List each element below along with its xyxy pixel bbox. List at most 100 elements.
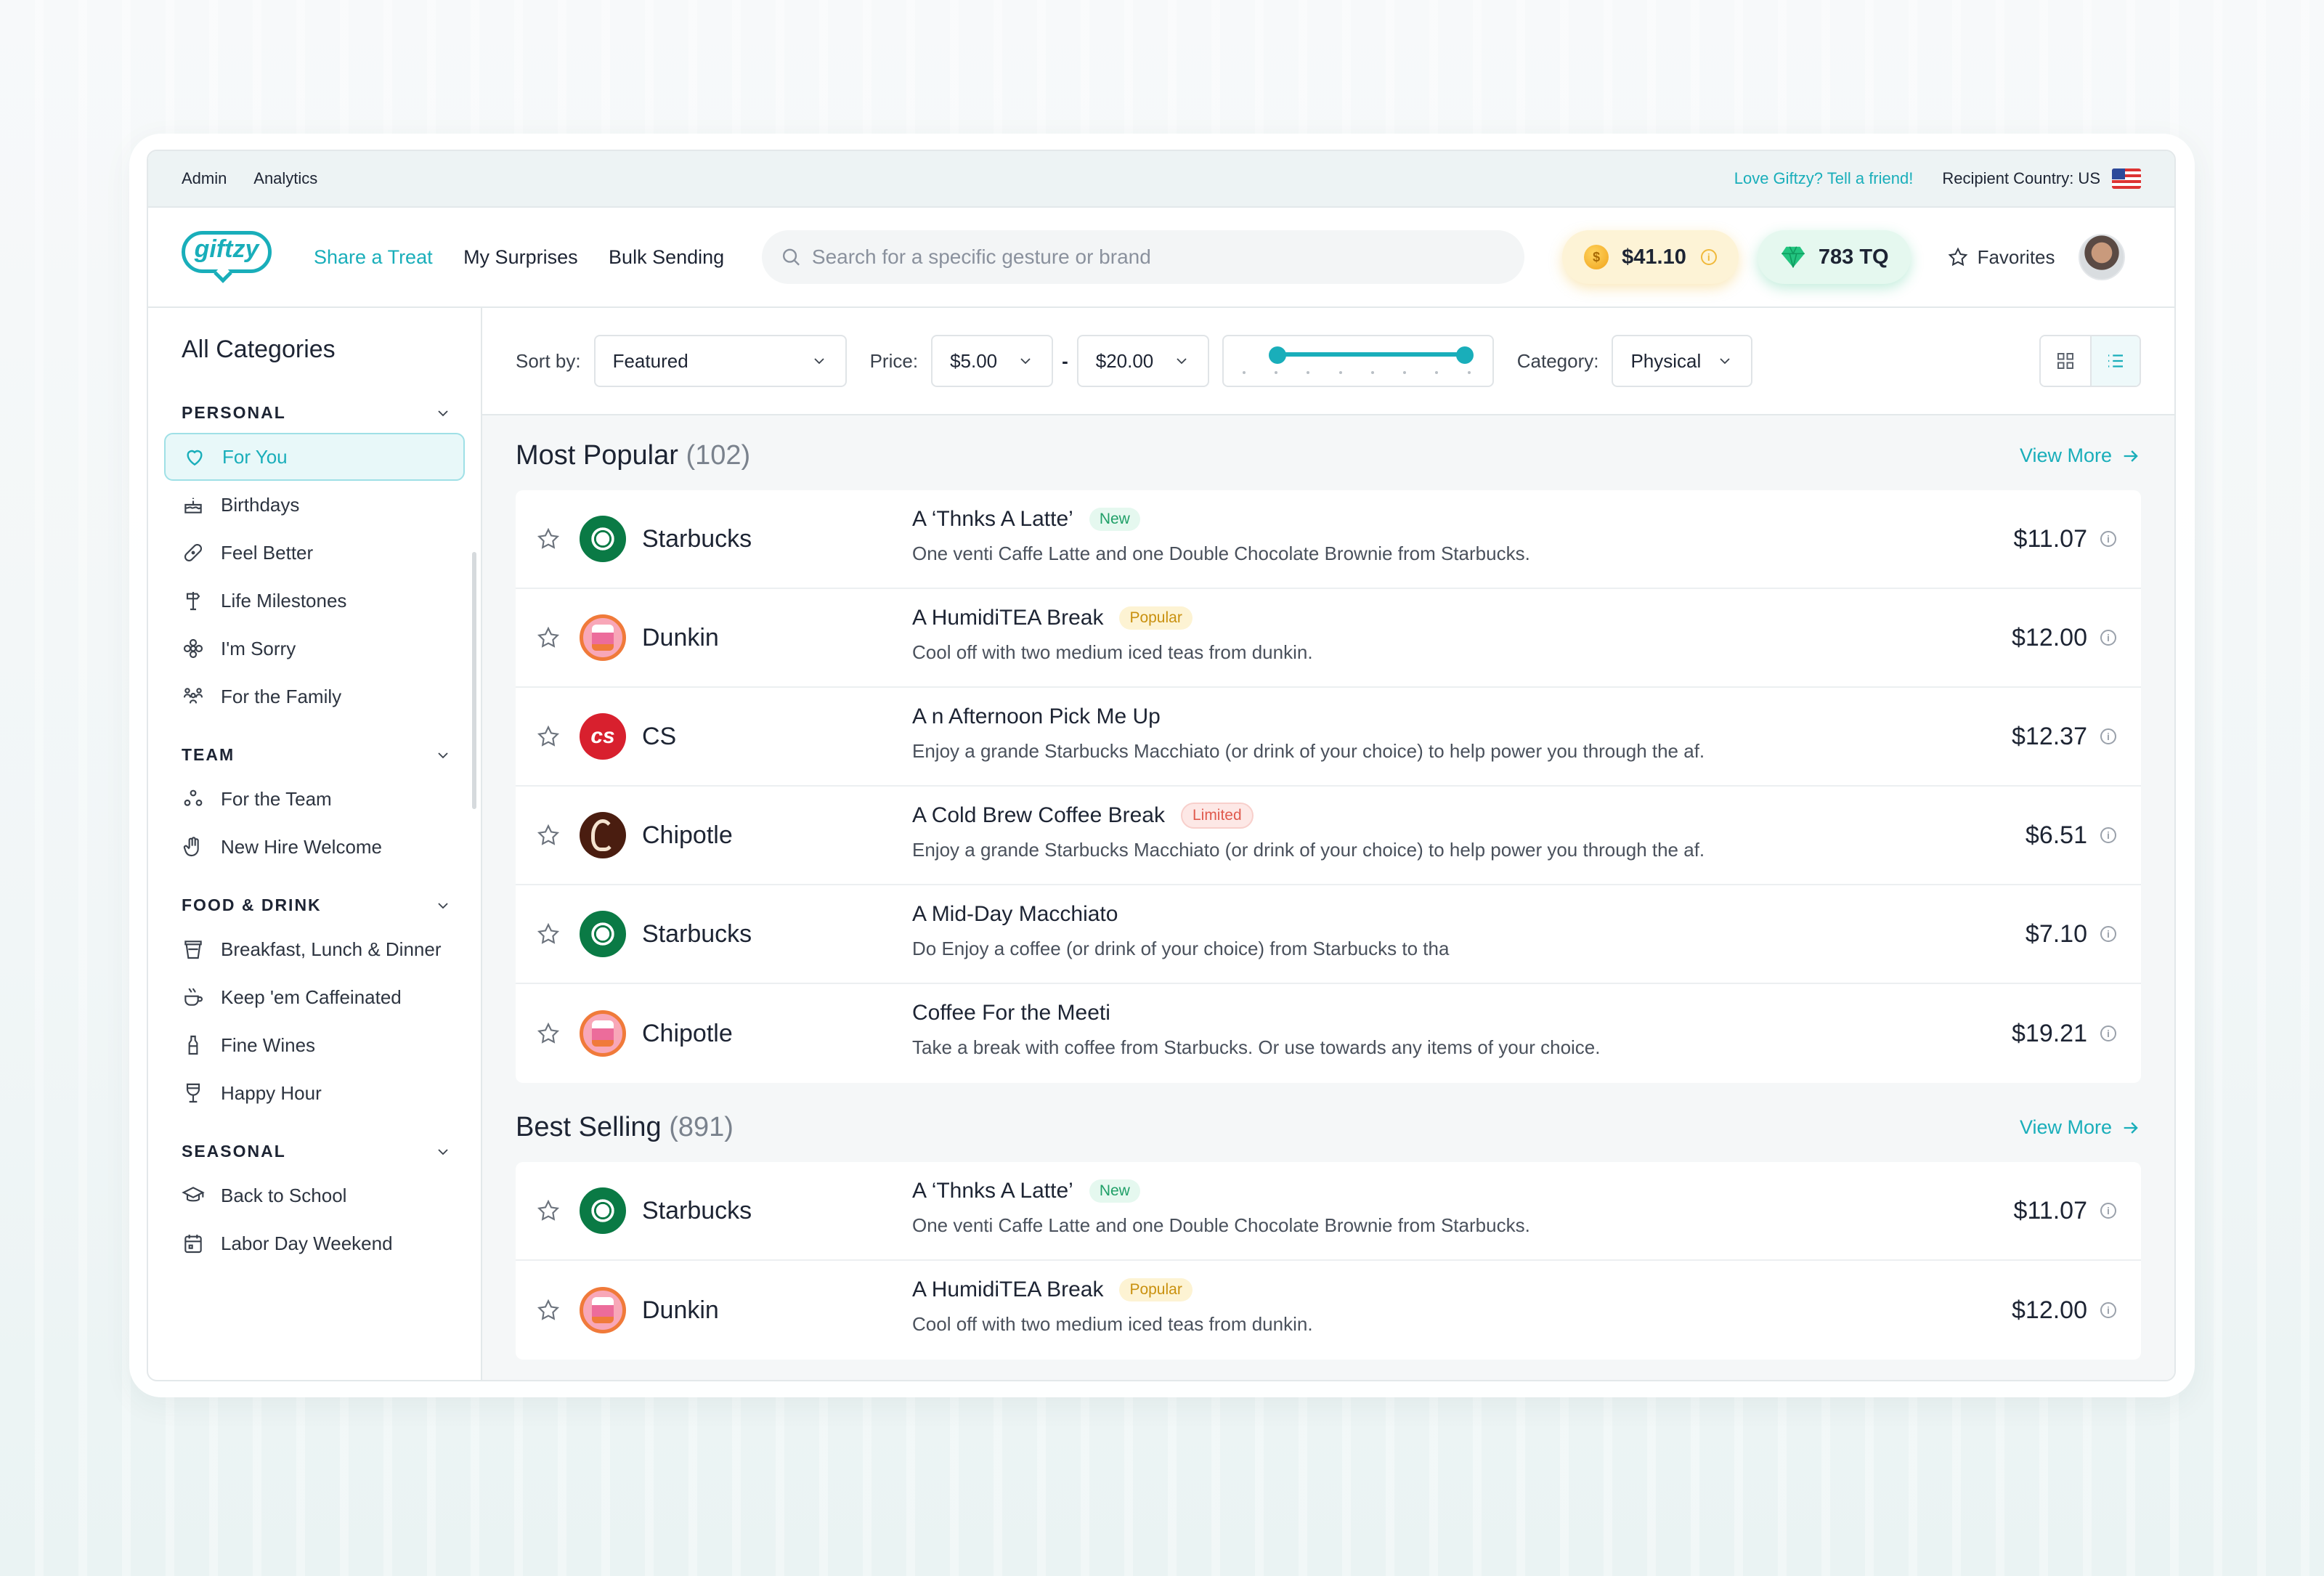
sidebar-item-happy-hour[interactable]: Happy Hour xyxy=(164,1069,465,1117)
cup-icon xyxy=(184,941,202,959)
tq-pill[interactable]: 783 TQ xyxy=(1757,230,1911,284)
star-icon[interactable] xyxy=(536,1021,561,1046)
list-item[interactable]: cs CS A n Afternoon Pick Me Up Enjoy a gr… xyxy=(516,688,2141,787)
slider-ticks xyxy=(1242,371,1471,374)
header: giftzy Share a Treat My Surprises Bulk S… xyxy=(148,208,2174,308)
gift-details: A ‘Thnks A Latte’ New One venti Caffe Lat… xyxy=(912,1177,1530,1237)
dunkin-logo xyxy=(580,1287,626,1333)
sort-select[interactable]: Featured xyxy=(593,335,847,387)
slider-min-handle[interactable] xyxy=(1268,346,1286,364)
sidebar-item-label: For You xyxy=(222,445,288,468)
gift-title: A HumidiTEA Break xyxy=(912,1278,1104,1301)
giftzy-logo[interactable]: giftzy xyxy=(182,231,273,283)
sidebar-item-for-the-family[interactable]: For the Family xyxy=(164,673,465,720)
info-icon[interactable]: i xyxy=(2100,1025,2116,1041)
brand: Starbucks xyxy=(580,911,752,957)
sidebar-item-labor-day-weekend[interactable]: Labor Day Weekend xyxy=(164,1219,465,1267)
info-icon[interactable]: i xyxy=(2100,926,2116,942)
list-item[interactable]: Starbucks A ‘Thnks A Latte’ New One venti… xyxy=(516,490,2141,589)
list-item[interactable]: Dunkin A HumidiTEA Break Popular Cool off… xyxy=(516,1261,2141,1360)
refer-friend-link[interactable]: Love Giftzy? Tell a friend! xyxy=(1734,169,1914,188)
info-icon[interactable]: i xyxy=(2100,531,2116,547)
best-selling-list: Starbucks A ‘Thnks A Latte’ New One venti… xyxy=(516,1162,2141,1360)
view-more-link[interactable]: View More xyxy=(2020,444,2141,467)
analytics-link[interactable]: Analytics xyxy=(253,169,317,187)
price-min-select[interactable]: $5.00 xyxy=(931,335,1054,387)
nav-my-surprises[interactable]: My Surprises xyxy=(463,246,578,268)
price-max-select[interactable]: $20.00 xyxy=(1076,335,1209,387)
gift-description: One venti Caffe Latte and one Double Cho… xyxy=(912,543,1530,564)
price-value: $19.21 xyxy=(2012,1019,2087,1047)
section-heading: SEASONAL xyxy=(182,1142,286,1161)
section-personal[interactable]: PERSONAL xyxy=(182,403,452,423)
sidebar-item-keep-em-caffeinated[interactable]: Keep 'em Caffeinated xyxy=(164,973,465,1021)
sidebar-item-life-milestones[interactable]: Life Milestones xyxy=(164,577,465,625)
coffee-icon xyxy=(184,988,203,1006)
sidebar-item-new-hire-welcome[interactable]: New Hire Welcome xyxy=(164,823,465,871)
list-item[interactable]: Starbucks A Mid-Day Macchiato Do Enjoy a… xyxy=(516,885,2141,984)
balance-pill[interactable]: $ $41.10 i xyxy=(1562,230,1739,284)
graduation-cap-icon xyxy=(182,1187,205,1202)
section-food-drink[interactable]: FOOD & DRINK xyxy=(182,895,452,915)
gift-description: Take a break with coffee from Starbucks.… xyxy=(912,1036,1601,1058)
sidebar-item-label: Back to School xyxy=(221,1184,347,1206)
price-value: $12.37 xyxy=(2012,722,2087,750)
star-icon[interactable] xyxy=(536,922,561,946)
info-icon[interactable]: i xyxy=(2100,728,2116,744)
sidebar-item-for-you[interactable]: For You xyxy=(164,433,465,481)
info-icon[interactable]: i xyxy=(2100,827,2116,843)
gift-description: Enjoy a grande Starbucks Macchiato (or d… xyxy=(912,740,1705,762)
sidebar-item-im-sorry[interactable]: I'm Sorry xyxy=(164,625,465,673)
avatar[interactable] xyxy=(2078,234,2125,280)
view-more-link[interactable]: View More xyxy=(2020,1116,2141,1139)
recipient-country[interactable]: Recipient Country: US xyxy=(1942,168,2141,189)
list-item[interactable]: Chipotle A Cold Brew Coffee Break Limited… xyxy=(516,787,2141,885)
list-item[interactable]: Chipotle Coffee For the Meeti Take a bre… xyxy=(516,984,2141,1083)
list-icon xyxy=(2108,354,2123,367)
list-view-button[interactable] xyxy=(2090,336,2140,386)
info-icon[interactable]: i xyxy=(2100,1302,2116,1318)
team-icon xyxy=(184,789,203,806)
sidebar-item-breakfast-lunch-dinner[interactable]: Breakfast, Lunch & Dinner xyxy=(164,925,465,973)
slider-max-handle[interactable] xyxy=(1455,346,1474,364)
section-team[interactable]: TEAM xyxy=(182,745,452,765)
star-icon[interactable] xyxy=(536,527,561,551)
star-icon[interactable] xyxy=(536,1198,561,1223)
info-icon[interactable]: i xyxy=(1700,249,1717,265)
price: $6.51 i xyxy=(2026,821,2116,850)
star-icon[interactable] xyxy=(536,724,561,749)
price-value: $6.51 xyxy=(2025,821,2087,849)
info-icon[interactable]: i xyxy=(2100,630,2116,646)
cake-icon xyxy=(184,497,202,513)
list-item[interactable]: Starbucks A ‘Thnks A Latte’ New One venti… xyxy=(516,1162,2141,1261)
nav-share-a-treat[interactable]: Share a Treat xyxy=(314,246,433,268)
sidebar-item-feel-better[interactable]: Feel Better xyxy=(164,529,465,577)
gift-description: One venti Caffe Latte and one Double Cho… xyxy=(912,1214,1530,1236)
category-select[interactable]: Physical xyxy=(1612,335,1753,387)
view-more-label: View More xyxy=(2019,444,2112,466)
favorites-button[interactable]: Favorites xyxy=(1947,246,2055,269)
arrow-right-icon xyxy=(2124,1121,2138,1134)
grid-view-button[interactable] xyxy=(2041,336,2090,386)
sidebar-item-for-the-team[interactable]: For the Team xyxy=(164,775,465,823)
sidebar-scrollbar[interactable] xyxy=(472,552,476,809)
view-more-label: View More xyxy=(2019,1116,2112,1138)
price-range-slider[interactable] xyxy=(1222,335,1494,387)
nav-bulk-sending[interactable]: Bulk Sending xyxy=(609,246,724,268)
sidebar-item-back-to-school[interactable]: Back to School xyxy=(164,1171,465,1219)
star-icon xyxy=(1948,247,1967,267)
star-icon[interactable] xyxy=(536,823,561,848)
status-badge: Limited xyxy=(1180,803,1254,829)
star-icon[interactable] xyxy=(536,1298,561,1323)
list-item[interactable]: Dunkin A HumidiTEA Break Popular Cool off… xyxy=(516,589,2141,688)
view-toggle xyxy=(2039,335,2141,387)
sidebar-item-birthdays[interactable]: Birthdays xyxy=(164,481,465,529)
sidebar-item-fine-wines[interactable]: Fine Wines xyxy=(164,1021,465,1069)
price: $11.07 i xyxy=(2014,525,2116,553)
utility-bar: Admin Analytics Love Giftzy? Tell a frie… xyxy=(148,151,2174,208)
info-icon[interactable]: i xyxy=(2100,1203,2116,1219)
search-input[interactable] xyxy=(811,245,1506,269)
star-icon[interactable] xyxy=(536,625,561,650)
section-seasonal[interactable]: SEASONAL xyxy=(182,1142,452,1161)
admin-link[interactable]: Admin xyxy=(182,169,227,187)
